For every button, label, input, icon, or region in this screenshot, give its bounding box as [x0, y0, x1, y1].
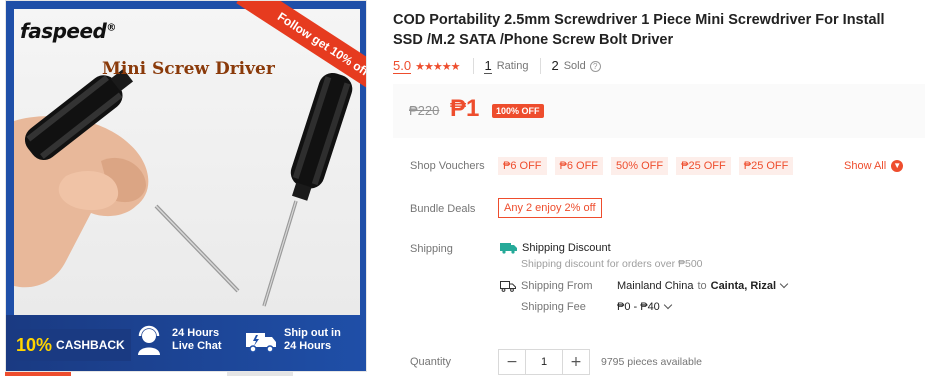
shipping-from-label: Shipping From — [521, 280, 593, 292]
live-chat-feature: 24 Hours Live Chat — [132, 323, 222, 357]
rating-score[interactable]: 5.0 — [393, 58, 412, 74]
thumbnail-strip — [5, 372, 367, 376]
shipping-label: Shipping — [410, 243, 453, 255]
rating-label: Rating — [496, 60, 529, 72]
image-feature-bar: 10% CASHBACK 24 Hours Live Chat Ship out… — [6, 315, 366, 371]
shop-vouchers-label: Shop Vouchers — [410, 160, 485, 172]
cashback-badge: 10% CASHBACK — [10, 329, 131, 361]
voucher-list: ₱6 OFF ₱6 OFF 50% OFF ₱25 OFF ₱25 OFF — [498, 157, 794, 175]
voucher-tag[interactable]: ₱25 OFF — [738, 157, 794, 175]
voucher-tag[interactable]: 50% OFF — [611, 157, 669, 175]
sold-count: 2 — [551, 58, 559, 73]
shipping-fee-value[interactable]: ₱0 - ₱40 — [617, 301, 660, 313]
support-agent-icon — [138, 325, 160, 355]
product-image[interactable]: faspeed® Mini Screw Driver Follow get 10… — [5, 0, 367, 372]
chevron-down-icon[interactable] — [779, 279, 789, 289]
quantity-increase-button[interactable]: + — [563, 350, 589, 374]
shipping-discount: Shipping Discount — [500, 242, 611, 254]
show-all-label: Show All — [844, 160, 887, 172]
chevron-down-icon[interactable] — [663, 300, 673, 310]
help-icon[interactable]: ? — [589, 60, 601, 72]
quantity-stepper: − + — [498, 349, 590, 375]
shipping-discount-title: Shipping Discount — [522, 242, 611, 254]
bundle-deal-tag[interactable]: Any 2 enjoy 2% off — [498, 198, 602, 218]
free-shipping-icon — [500, 243, 517, 254]
sold-label: Sold — [563, 60, 586, 72]
divider — [473, 58, 475, 74]
shipping-destination-select[interactable]: Cainta, Rizal — [711, 280, 776, 292]
chevron-down-icon: ▼ — [891, 160, 904, 172]
stock-available: 9795 pieces available — [601, 356, 702, 368]
shipping-fee-row: Shipping Fee ₱0 - ₱40 — [521, 300, 673, 313]
shipping-fee-label: Shipping Fee — [521, 301, 586, 313]
cashback-percent: 10% — [16, 334, 53, 355]
rating-count[interactable]: 1 — [484, 58, 492, 74]
star-rating: ★★★★★ — [415, 60, 461, 73]
star-icon: ★ — [450, 60, 461, 73]
quantity-label: Quantity — [410, 356, 451, 368]
thumbnail-item[interactable] — [227, 372, 293, 376]
image-title: Mini Screw Driver — [102, 59, 275, 79]
brand-logo: faspeed® — [20, 19, 116, 43]
star-icon: ★ — [423, 60, 434, 73]
shipping-discount-detail: Shipping discount for orders over ₱500 — [521, 258, 703, 270]
quantity-decrease-button[interactable]: − — [499, 350, 525, 374]
show-all-vouchers-button[interactable]: Show All ▼ — [844, 160, 904, 172]
shipping-origin: Mainland China — [617, 280, 694, 292]
shipping-from-row: Shipping From Mainland China to Cainta, … — [500, 279, 789, 292]
original-price: ₱220 — [409, 103, 440, 118]
current-price: ₱1 — [450, 95, 480, 122]
quantity-input[interactable] — [525, 350, 563, 374]
rating-summary: 5.0 ★★★★★ 1 Rating 2 Sold ? — [393, 58, 601, 74]
discount-badge: 100% OFF — [492, 104, 544, 118]
product-title: COD Portability 2.5mm Screwdriver 1 Piec… — [393, 12, 885, 48]
live-chat-line2: Live Chat — [172, 340, 222, 352]
price-section: ₱220 ₱1 100% OFF — [393, 84, 925, 138]
delivery-truck-icon — [246, 333, 276, 353]
cashback-label: CASHBACK — [56, 338, 125, 352]
live-chat-line1: 24 Hours — [172, 327, 220, 339]
thumbnail-active-indicator[interactable] — [5, 372, 71, 376]
voucher-tag[interactable]: ₱6 OFF — [498, 157, 547, 175]
divider — [540, 58, 542, 74]
bundle-deals-label: Bundle Deals — [410, 203, 476, 215]
truck-icon — [500, 281, 516, 292]
star-icon: ★ — [432, 60, 443, 73]
voucher-tag[interactable]: ₱6 OFF — [554, 157, 604, 175]
star-icon: ★ — [441, 60, 452, 73]
ship-out-line2: 24 Hours — [284, 340, 332, 352]
brand-registered-mark: ® — [106, 22, 116, 34]
voucher-tag[interactable]: ₱25 OFF — [676, 157, 731, 175]
star-icon: ★ — [415, 60, 425, 73]
ship-out-feature: Ship out in 24 Hours — [244, 323, 341, 357]
ship-out-line1: Ship out in — [284, 327, 341, 339]
brand-name: faspeed — [20, 19, 107, 43]
shipping-to-word: to — [697, 280, 707, 292]
